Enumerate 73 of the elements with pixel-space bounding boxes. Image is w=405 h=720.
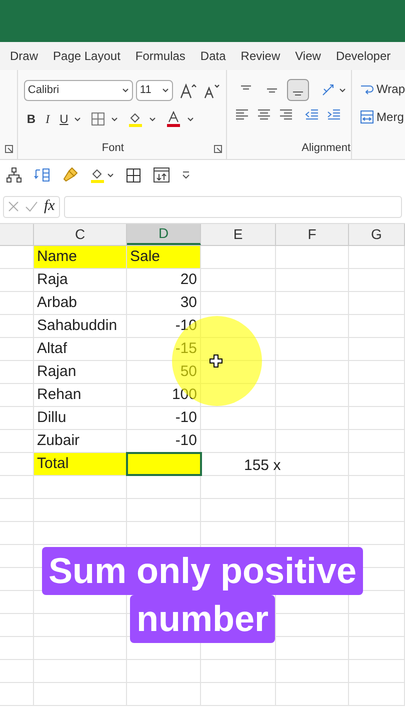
- ribbon-tab[interactable]: Data: [200, 47, 226, 65]
- cell-text: Rehan: [37, 384, 82, 405]
- insert-function-button[interactable]: fx: [44, 195, 55, 218]
- chevron-down-icon[interactable]: [149, 116, 156, 122]
- dialog-launcher-icon[interactable]: [5, 145, 13, 153]
- align-center-icon[interactable]: [257, 109, 272, 121]
- customize-toolbar-icon[interactable]: [182, 171, 190, 179]
- font-size-field[interactable]: 11: [136, 80, 173, 101]
- column-header[interactable]: F: [276, 224, 349, 245]
- selected-cell[interactable]: [127, 453, 201, 475]
- format-painter-icon[interactable]: [62, 167, 78, 183]
- group-label: Alignment: [302, 140, 351, 156]
- formula-input[interactable]: [64, 196, 402, 218]
- increase-font-size-icon[interactable]: [180, 82, 198, 98]
- bottom-align-icon[interactable]: [287, 79, 310, 101]
- cell-text: 155 x: [244, 456, 281, 476]
- cell-text: 50: [180, 362, 197, 382]
- cell-text: Rajan: [37, 362, 76, 382]
- fill-color-icon[interactable]: [128, 111, 144, 127]
- hierarchy-icon[interactable]: [6, 167, 22, 183]
- cell-text: Name: [37, 246, 78, 267]
- align-left-icon[interactable]: [235, 109, 250, 121]
- cell-text: -10: [175, 430, 197, 451]
- cell-text: Zubair: [37, 430, 80, 451]
- chevron-down-icon[interactable]: [339, 88, 346, 92]
- column-header[interactable]: G: [349, 224, 405, 245]
- sort-icon[interactable]: [153, 167, 170, 183]
- group-label: Font: [102, 140, 124, 156]
- cell-text: Arbab: [37, 292, 78, 313]
- ribbon-tab[interactable]: Formulas: [135, 47, 186, 65]
- chevron-down-icon[interactable]: [111, 116, 118, 122]
- chevron-down-icon: [122, 88, 129, 93]
- caption-text: Sum only positive: [42, 547, 363, 595]
- dialog-launcher-icon[interactable]: [214, 145, 222, 153]
- cell-text: Altaf: [37, 338, 68, 359]
- font-color-icon[interactable]: [166, 111, 182, 127]
- ribbon-tab[interactable]: Developer: [336, 47, 391, 65]
- fill-color-icon[interactable]: [90, 167, 105, 183]
- ribbon-tab[interactable]: Review: [240, 47, 280, 65]
- cell-text: 30: [180, 292, 197, 313]
- decrease-indent-icon[interactable]: [305, 109, 320, 121]
- ribbon-tab[interactable]: Page Layout: [53, 47, 120, 65]
- column-header[interactable]: E: [201, 224, 276, 245]
- ribbon-tab[interactable]: Draw: [10, 47, 38, 65]
- ribbon-tab[interactable]: View: [295, 47, 321, 65]
- chevron-down-icon[interactable]: [187, 116, 194, 122]
- cell-text: Dillu: [37, 408, 66, 428]
- cell-text: -10: [175, 408, 197, 428]
- chevron-down-icon: [162, 88, 169, 93]
- cell-text: Sale: [130, 246, 160, 267]
- chevron-down-icon[interactable]: [107, 172, 114, 178]
- italic-button[interactable]: I: [46, 110, 50, 128]
- align-right-icon[interactable]: [279, 109, 294, 121]
- decrease-font-size-icon[interactable]: [202, 82, 221, 98]
- cell-text: 20: [180, 270, 197, 290]
- merge-cells-icon: [360, 110, 374, 124]
- cell-text: Raja: [37, 270, 68, 290]
- merge-button[interactable]: Merg: [360, 108, 405, 126]
- cell-text: -15: [175, 338, 197, 359]
- borders-icon[interactable]: [126, 168, 141, 182]
- caption-text: number: [130, 595, 274, 643]
- cell-text: Sahabuddin: [37, 316, 118, 336]
- chevron-down-icon[interactable]: [74, 116, 82, 122]
- cell-text: Total: [37, 454, 69, 474]
- wrap-text-button[interactable]: Wrap: [360, 80, 405, 98]
- bold-button[interactable]: B: [26, 110, 36, 128]
- checkmark-icon[interactable]: [25, 201, 38, 212]
- column-header[interactable]: D: [127, 224, 201, 245]
- cursor-icon: [209, 354, 223, 368]
- underline-button[interactable]: U: [60, 110, 68, 128]
- refresh-list-icon[interactable]: [34, 167, 50, 183]
- increase-indent-icon[interactable]: [327, 109, 342, 121]
- font-name-field[interactable]: Calibri: [24, 80, 133, 101]
